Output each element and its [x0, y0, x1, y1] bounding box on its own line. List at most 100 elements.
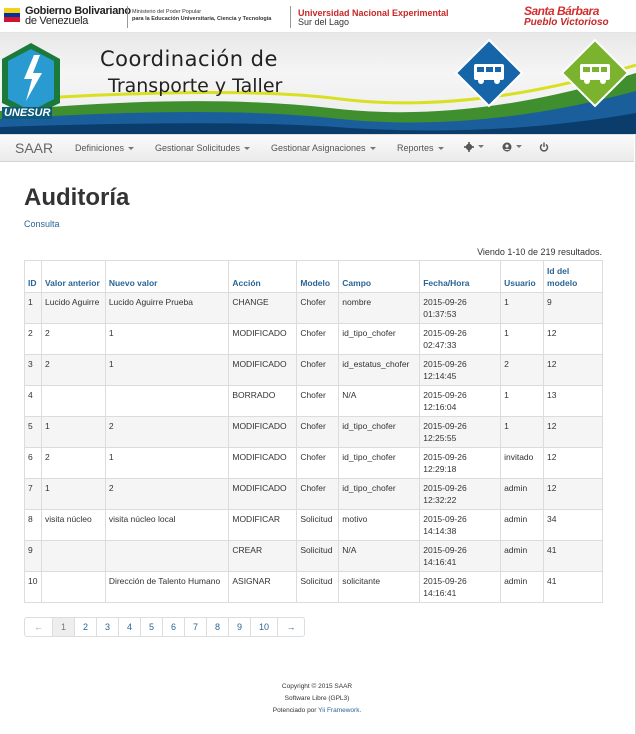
page-button[interactable]: 8: [206, 618, 228, 636]
caret-down-icon: [437, 147, 444, 151]
venezuela-flag-icon: [4, 8, 20, 22]
column-header[interactable]: Acción: [228, 260, 298, 293]
table-cell: 2015-09-26 12:25:55: [419, 416, 502, 448]
table-cell: Chofer: [296, 292, 340, 324]
nav-gestionar-solicitudes[interactable]: Gestionar Solicitudes: [155, 143, 251, 153]
table-cell: 2015-09-26 02:47:33: [419, 323, 502, 355]
table-cell: 5: [24, 416, 42, 448]
table-row: 10 Dirección de Talento Humano ASIGNAR Soli…: [24, 571, 603, 603]
caret-down-icon: [128, 147, 135, 151]
brand-link[interactable]: SAAR: [15, 140, 53, 156]
table-cell: Chofer: [296, 416, 340, 448]
unesur-label: UNESUR: [2, 107, 53, 119]
column-header[interactable]: Nuevo valor: [104, 260, 230, 293]
nav-reportes[interactable]: Reportes: [397, 143, 444, 153]
caret-down-icon: [244, 147, 251, 151]
table-cell: 2015-09-26 14:14:38: [419, 509, 502, 541]
nav-logout[interactable]: [539, 141, 549, 152]
table-cell: 2015-09-26 12:14:45: [419, 354, 502, 386]
table-row: 1 Lucido Aguirre Lucido Aguirre Prueba CHAN…: [24, 292, 603, 324]
gear-icon: [464, 141, 474, 152]
ministry-label: Ministerio del Poder Popular para la Edu…: [132, 9, 271, 22]
banner-title: Coordinación de: [100, 47, 278, 71]
table-cell: 8: [24, 509, 42, 541]
gov-title-line2: de Venezuela: [25, 15, 89, 27]
table-cell: 1: [40, 478, 106, 510]
bus-green-icon: [560, 38, 630, 108]
nav-definiciones[interactable]: Definiciones: [75, 143, 135, 153]
table-cell: [104, 385, 230, 417]
table-cell: [40, 540, 106, 572]
column-header[interactable]: Campo: [338, 260, 421, 293]
table-cell: visita núcleo: [40, 509, 106, 541]
table-cell: id_estatus_chofer: [338, 354, 421, 386]
column-header[interactable]: Modelo: [296, 260, 340, 293]
table-cell: [40, 571, 106, 603]
city-logo-top: Santa Bárbara: [524, 4, 599, 18]
nav-label: Reportes: [397, 143, 434, 153]
banner-swoosh: [0, 63, 636, 134]
table-cell: 2015-09-26 01:37:53: [419, 292, 502, 324]
yii-framework-link[interactable]: Yii Framework.: [318, 707, 361, 714]
power-icon: [539, 142, 549, 152]
column-header[interactable]: Fecha/Hora: [419, 260, 502, 293]
table-cell: 2: [104, 478, 230, 510]
table-cell: Chofer: [296, 354, 340, 386]
table-row: 4 BORRADO Chofer N/A 2015-09-26 12:16:04 1 13: [24, 385, 603, 417]
next-page-button[interactable]: →: [277, 618, 304, 636]
university-name: Universidad Nacional Experimental Sur de…: [298, 9, 449, 27]
page-button[interactable]: 4: [118, 618, 140, 636]
nav-label: Definiciones: [75, 143, 125, 153]
page-button[interactable]: 9: [228, 618, 250, 636]
table-row: 3 2 1 MODIFICADO Chofer id_estatus_chofer 2015…: [24, 354, 603, 386]
consulta-link[interactable]: Consulta: [24, 219, 60, 229]
nav-gestionar-asignaciones[interactable]: Gestionar Asignaciones: [271, 143, 376, 153]
university-line2: Sur del Lago: [298, 17, 350, 27]
license-text: Software Libre (GPL3): [284, 695, 350, 702]
page-button[interactable]: 7: [184, 618, 206, 636]
page-button[interactable]: 10: [250, 618, 277, 636]
table-cell: 12: [543, 478, 603, 510]
page-button[interactable]: 6: [162, 618, 184, 636]
table-cell: motivo: [338, 509, 421, 541]
table-cell: BORRADO: [228, 385, 298, 417]
table-cell: MODIFICADO: [228, 416, 298, 448]
prev-page-button[interactable]: ←: [25, 618, 52, 636]
table-cell: CHANGE: [228, 292, 298, 324]
table-cell: MODIFICADO: [228, 354, 298, 386]
column-header[interactable]: Id del modelo: [543, 260, 603, 293]
table-cell: 4: [24, 385, 42, 417]
page-button[interactable]: 2: [74, 618, 96, 636]
table-cell: 2015-09-26 14:16:41: [419, 571, 502, 603]
table-cell: 2: [40, 447, 106, 479]
government-bar: Gobierno Bolivariano de Venezuela Minist…: [0, 0, 636, 33]
table-cell: 9: [24, 540, 42, 572]
page-button[interactable]: 5: [140, 618, 162, 636]
table-cell: 13: [543, 385, 603, 417]
nav-settings[interactable]: [464, 141, 484, 152]
table-row: 6 2 1 MODIFICADO Chofer id_tipo_chofer 2015-09…: [24, 447, 603, 479]
table-cell: 1: [500, 385, 545, 417]
table-cell: 3: [24, 354, 42, 386]
table-cell: Solicitud: [296, 540, 340, 572]
column-header[interactable]: Valor anterior: [40, 260, 106, 293]
table-cell: Chofer: [296, 323, 340, 355]
table-cell: [104, 540, 230, 572]
table-cell: MODIFICADO: [228, 323, 298, 355]
table-cell: N/A: [338, 385, 421, 417]
header-banner: UNESUR Coordinación de Transporte y Tall…: [0, 33, 636, 134]
nav-user[interactable]: [502, 141, 522, 152]
page-button[interactable]: 1: [52, 618, 74, 636]
table-cell: id_tipo_chofer: [338, 478, 421, 510]
table-cell: 12: [543, 416, 603, 448]
page-button[interactable]: 3: [96, 618, 118, 636]
table-cell: Dirección de Talento Humano: [104, 571, 230, 603]
table-cell: [40, 385, 106, 417]
column-header[interactable]: Usuario: [500, 260, 545, 293]
table-cell: admin: [500, 509, 545, 541]
table-cell: solicitante: [338, 571, 421, 603]
table-row: 5 1 2 MODIFICADO Chofer id_tipo_chofer 2015-09…: [24, 416, 603, 448]
table-cell: 1: [104, 323, 230, 355]
caret-down-icon: [478, 145, 484, 149]
table-cell: 12: [543, 354, 603, 386]
